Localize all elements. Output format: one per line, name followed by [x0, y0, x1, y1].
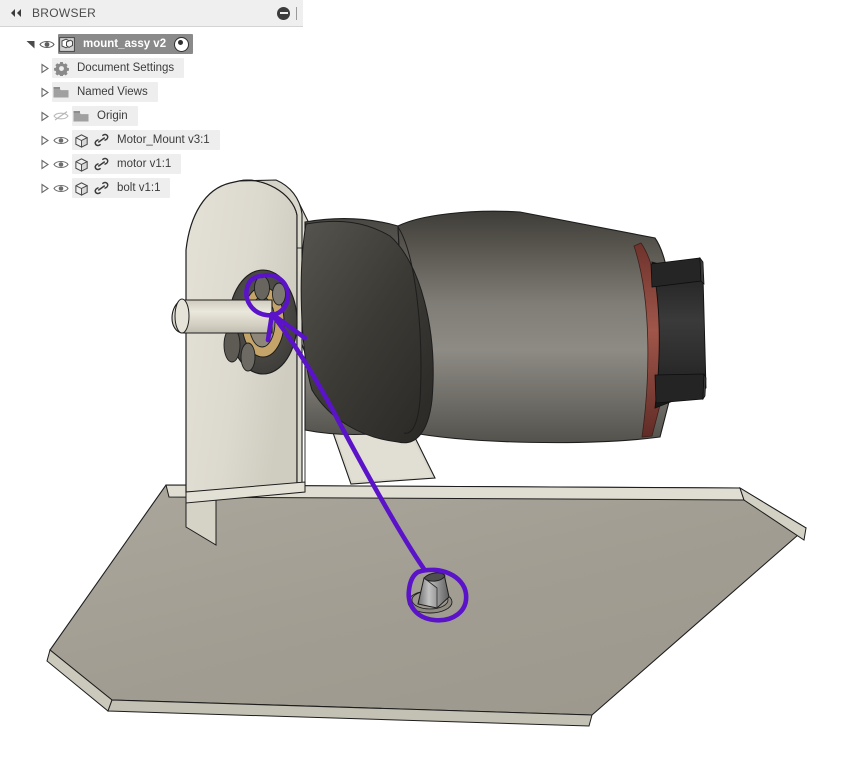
tree-row-band: Motor_Mount v3:1	[72, 130, 220, 150]
eye-glyph	[53, 160, 69, 168]
triangle-down-glyph	[26, 40, 34, 48]
collapsed-triangle-icon[interactable]	[36, 132, 52, 148]
assembly-glyph	[59, 36, 75, 52]
component-cube-icon	[72, 180, 90, 196]
eye-glyph	[53, 136, 69, 144]
gear-icon	[52, 60, 70, 76]
folder-glyph	[73, 110, 89, 121]
tree-row-bolt[interactable]: bolt v1:1	[0, 176, 303, 200]
collapsed-triangle-icon[interactable]	[36, 84, 52, 100]
tree-row-label: Document Settings	[77, 62, 175, 74]
assembly-icon	[58, 36, 76, 52]
triangle-right-glyph	[40, 158, 49, 170]
link-icon	[92, 132, 110, 148]
chain-link-glyph	[94, 133, 108, 147]
folder-glyph	[53, 86, 69, 97]
tree-row-label: bolt v1:1	[117, 182, 161, 194]
tree-row-band: Origin	[72, 106, 138, 126]
tree-row-named-views[interactable]: Named Views	[0, 80, 303, 104]
collapsed-triangle-icon[interactable]	[36, 156, 52, 172]
link-icon	[92, 180, 110, 196]
link-icon	[92, 156, 110, 172]
gear-glyph	[53, 61, 69, 76]
collapsed-triangle-icon[interactable]	[36, 180, 52, 196]
tree-row-label: mount_assy v2	[83, 38, 167, 50]
collapsed-triangle-icon[interactable]	[36, 108, 52, 124]
eye-glyph	[53, 184, 69, 192]
tree-row-band: Document Settings	[52, 58, 185, 78]
browser-header-controls	[277, 6, 297, 20]
cube-glyph	[74, 133, 88, 148]
tree-row-band: motor v1:1	[72, 154, 182, 174]
panel-divider-icon	[296, 6, 297, 20]
triangle-right-glyph	[40, 86, 49, 98]
tree-row-mount-assy[interactable]: mount_assy v2	[0, 32, 303, 56]
chain-link-glyph	[94, 181, 108, 195]
activate-radio-icon[interactable]	[174, 36, 190, 52]
eye-icon[interactable]	[52, 156, 70, 172]
component-cube-icon	[72, 132, 90, 148]
tree-row-band: bolt v1:1	[72, 178, 171, 198]
folder-icon	[72, 108, 90, 124]
eye-glyph	[39, 40, 55, 48]
double-chevron-left-glyph	[11, 9, 21, 17]
tree-row-label: motor v1:1	[117, 158, 172, 170]
triangle-right-glyph	[40, 182, 49, 194]
triangle-right-glyph	[40, 62, 49, 74]
eye-hidden-icon[interactable]	[52, 108, 70, 124]
double-chevron-left-icon[interactable]	[8, 5, 24, 21]
chain-link-glyph	[94, 157, 108, 171]
tree-row-document-settings[interactable]: Document Settings	[0, 56, 303, 80]
tree-row-label: Origin	[97, 110, 128, 122]
tree-row-band: Named Views	[52, 82, 158, 102]
eye-icon[interactable]	[38, 36, 56, 52]
eye-icon[interactable]	[52, 180, 70, 196]
tree-row-motor[interactable]: motor v1:1	[0, 152, 303, 176]
cube-glyph	[74, 157, 88, 172]
eye-icon[interactable]	[52, 132, 70, 148]
tree-row-label: Motor_Mount v3:1	[117, 134, 210, 146]
browser-header: BROWSER	[0, 0, 303, 27]
tree-row-motor-mount[interactable]: Motor_Mount v3:1	[0, 128, 303, 152]
expanded-triangle-icon[interactable]	[22, 36, 38, 52]
tree-row-band: mount_assy v2	[58, 34, 194, 54]
triangle-right-glyph	[40, 134, 49, 146]
tree-row-label: Named Views	[77, 86, 148, 98]
browser-tree[interactable]: mount_assy v2 Document Settings Named Vi…	[0, 27, 303, 200]
browser-title: BROWSER	[32, 6, 97, 20]
minus-circle-icon[interactable]	[277, 6, 290, 20]
part-motor	[300, 210, 707, 444]
triangle-right-glyph	[40, 110, 49, 122]
component-cube-icon	[72, 156, 90, 172]
tree-row-origin[interactable]: Origin	[0, 104, 303, 128]
collapsed-triangle-icon[interactable]	[36, 60, 52, 76]
cube-glyph	[74, 181, 88, 196]
eye-slash-glyph	[53, 111, 69, 121]
folder-icon	[52, 84, 70, 100]
browser-panel[interactable]: BROWSER mount_assy v2 Document Settings …	[0, 0, 303, 200]
